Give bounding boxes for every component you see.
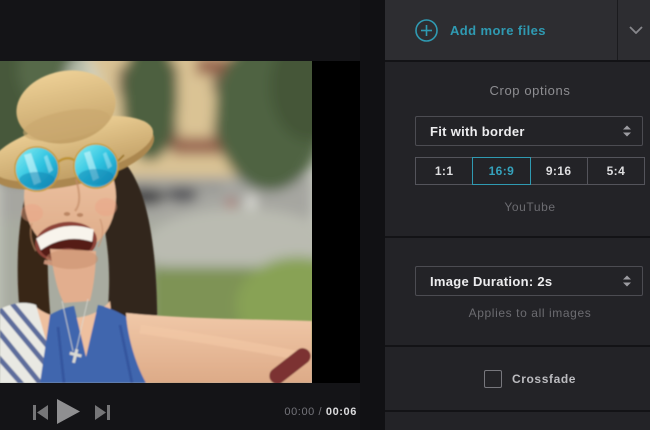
next-frame-icon [95,405,110,420]
crop-mode-value: Fit with border [430,123,525,139]
chevron-down-icon [628,26,643,34]
ratio-button-1-1[interactable]: 1:1 [415,157,474,185]
previous-frame-button[interactable] [32,404,49,424]
next-frame-button[interactable] [94,404,111,424]
selfie-photo-illustration [0,61,312,383]
image-duration-select[interactable]: Image Duration: 2s [415,266,643,296]
time-current: 00:00 [284,406,315,418]
crossfade-toggle[interactable]: Crossfade [415,347,645,410]
playback-controls: 00:00 / 00:06 [0,395,360,430]
settings-panel: Add more files Crop options Fit with bor… [385,0,650,430]
ratio-preset-label: YouTube [504,200,556,214]
image-duration-value: Image Duration: 2s [430,273,553,289]
crossfade-label: Crossfade [511,371,577,386]
letterbox-bar [312,61,360,383]
time-separator: / [318,406,323,418]
video-player: 00:00 / 00:06 [0,0,360,430]
panel-footer-section [385,412,650,430]
add-more-files-label: Add more files [450,22,546,38]
video-editor-app: 00:00 / 00:06 Add more files Crop option… [0,0,650,430]
previous-frame-icon [33,405,48,420]
video-preview-image [0,61,312,383]
crop-options-section: Crop options Fit with border 1:1 16:9 9:… [385,62,650,236]
crossfade-checkbox[interactable] [483,369,502,388]
plus-circle-icon [415,18,438,42]
play-icon [57,399,80,424]
time-total: 00:06 [325,406,357,418]
panel-topbar: Add more files [385,0,650,60]
topbar-divider [617,0,618,60]
player-panel-gap [360,0,385,430]
time-display: 00:00 / 00:06 [284,406,357,418]
image-duration-section: Image Duration: 2s Applies to all images [385,238,650,345]
crossfade-section: Crossfade [385,347,650,410]
collapse-panel-button[interactable] [621,0,650,60]
play-button[interactable] [57,399,80,427]
crop-options-heading: Crop options [489,83,571,98]
stepper-icon [623,275,631,287]
add-more-files-button[interactable]: Add more files [415,0,546,60]
aspect-ratio-group: 1:1 16:9 9:16 5:4 [415,157,645,185]
stepper-icon [623,125,631,137]
ratio-button-5-4[interactable]: 5:4 [586,157,645,185]
ratio-button-9-16[interactable]: 9:16 [529,157,588,185]
crop-mode-select[interactable]: Fit with border [415,116,643,146]
ratio-button-16-9[interactable]: 16:9 [472,157,531,185]
duration-note: Applies to all images [468,306,592,320]
